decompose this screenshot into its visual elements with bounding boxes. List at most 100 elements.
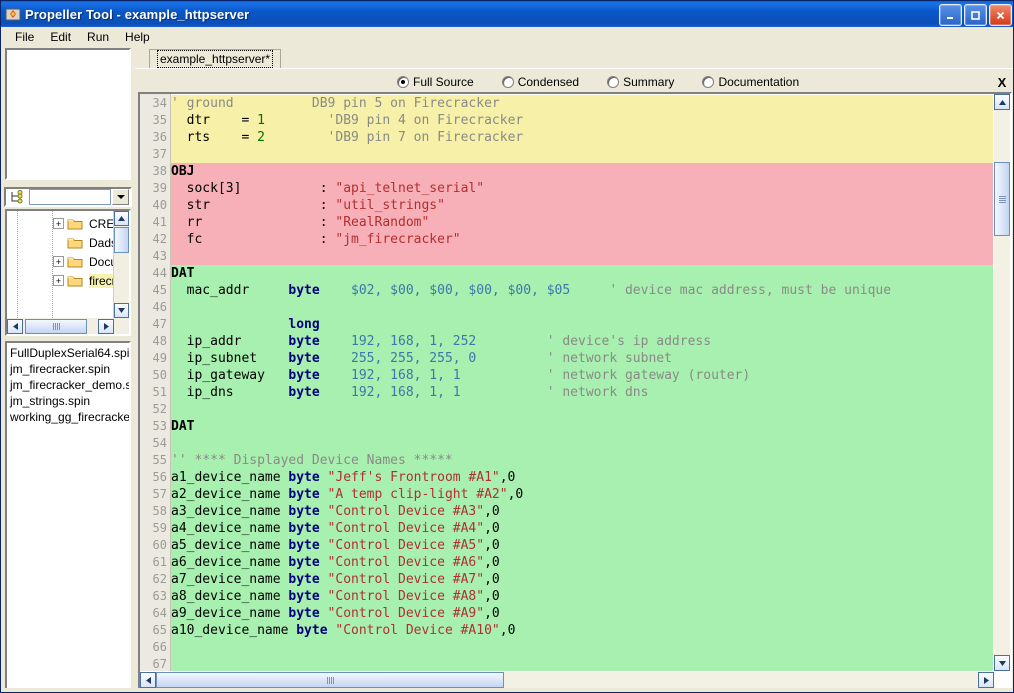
code-line[interactable]: DAT xyxy=(171,418,993,435)
code-text-area[interactable]: ' ground DB9 pin 5 on Firecracker dtr = … xyxy=(171,94,993,671)
file-list[interactable]: FullDuplexSerial64.spin jm_firecracker.s… xyxy=(5,341,131,692)
code-line[interactable]: ip_dns byte 192, 168, 1, 1 ' network dns xyxy=(171,384,993,401)
code-line[interactable]: a7_device_name byte "Control Device #A7"… xyxy=(171,571,993,588)
code-token: a3_device_name xyxy=(171,504,289,519)
code-line[interactable]: rts = 2 'DB9 pin 7 on Firecracker xyxy=(171,129,993,146)
code-line[interactable]: mac_addr byte $02, $00, $00, $00, $00, $… xyxy=(171,282,993,299)
scroll-thumb[interactable] xyxy=(114,227,129,253)
code-line[interactable]: ip_gateway byte 192, 168, 1, 1 ' network… xyxy=(171,367,993,384)
tab-strip: example_httpserver* xyxy=(135,46,1013,68)
maximize-button[interactable] xyxy=(964,4,987,26)
code-line[interactable] xyxy=(171,248,993,265)
tree-item-label: Dads xyxy=(89,235,114,250)
code-editor[interactable]: 34 35 36 37 38 39 40 41 42 43 44 45 46 47 48 49 50 51 52 53… xyxy=(138,92,1012,690)
code-token: "Control Device #A10" xyxy=(335,623,500,638)
code-line[interactable]: a5_device_name byte "Control Device #A5"… xyxy=(171,537,993,554)
code-line[interactable]: a2_device_name byte "A temp clip-light #… xyxy=(171,486,993,503)
line-number: 53 xyxy=(152,419,167,433)
folder-icon xyxy=(67,236,83,249)
code-line[interactable]: str : "util_strings" xyxy=(171,197,993,214)
scroll-left-button[interactable] xyxy=(140,672,156,688)
expand-icon[interactable]: + xyxy=(53,218,64,229)
code-line[interactable]: ip_addr byte 192, 168, 1, 252 ' device's… xyxy=(171,333,993,350)
tree-item[interactable]: + CREA xyxy=(7,214,114,233)
list-item[interactable]: jm_firecracker.spin xyxy=(10,361,129,377)
list-item[interactable]: working_gg_firecracker_c xyxy=(10,409,129,425)
menu-help[interactable]: Help xyxy=(117,29,158,45)
code-line[interactable]: a1_device_name byte "Jeff's Frontroom #A… xyxy=(171,469,993,486)
code-line[interactable]: a9_device_name byte "Control Device #A9"… xyxy=(171,605,993,622)
tree-item[interactable]: Dads xyxy=(7,233,114,252)
code-token: ,0 xyxy=(484,589,500,604)
folder-tree[interactable]: + CREA Dads + Do xyxy=(5,209,131,336)
minimize-button[interactable] xyxy=(939,4,962,26)
code-line[interactable]: a4_device_name byte "Control Device #A4"… xyxy=(171,520,993,537)
code-line[interactable]: a3_device_name byte "Control Device #A3"… xyxy=(171,503,993,520)
scroll-up-button[interactable] xyxy=(994,94,1010,110)
scroll-right-button[interactable] xyxy=(98,318,114,334)
scroll-right-button[interactable] xyxy=(978,672,994,688)
code-line[interactable] xyxy=(171,401,993,418)
code-line[interactable] xyxy=(171,656,993,671)
chevron-down-icon[interactable] xyxy=(112,189,129,205)
menu-run[interactable]: Run xyxy=(79,29,117,45)
close-document-button[interactable]: X xyxy=(993,73,1011,91)
code-line[interactable]: fc : "jm_firecracker" xyxy=(171,231,993,248)
list-item[interactable]: jm_strings.spin xyxy=(10,393,129,409)
code-token: 1 xyxy=(257,113,265,128)
code-line[interactable]: ' ground DB9 pin 5 on Firecracker xyxy=(171,95,993,112)
scroll-down-button[interactable] xyxy=(994,655,1010,671)
radio-documentation[interactable]: Documentation xyxy=(702,75,799,89)
code-line[interactable] xyxy=(171,435,993,452)
code-line[interactable] xyxy=(171,639,993,656)
code-token: ' network dns xyxy=(460,385,649,400)
menu-file[interactable]: File xyxy=(7,29,42,45)
tree-item[interactable]: + Docur xyxy=(7,252,114,271)
code-line[interactable]: a8_device_name byte "Control Device #A8"… xyxy=(171,588,993,605)
code-line[interactable]: OBJ xyxy=(171,163,993,180)
path-combo-input[interactable] xyxy=(29,189,111,205)
code-line[interactable]: rr : "RealRandom" xyxy=(171,214,993,231)
scroll-thumb[interactable] xyxy=(25,318,87,334)
radio-summary[interactable]: Summary xyxy=(607,75,674,89)
code-line[interactable]: ip_subnet byte 255, 255, 255, 0 ' networ… xyxy=(171,350,993,367)
tab-example-httpserver[interactable]: example_httpserver* xyxy=(149,49,282,68)
list-item[interactable]: jm_firecracker_demo.spin xyxy=(10,377,129,393)
code-editor-viewport[interactable]: 34 35 36 37 38 39 40 41 42 43 44 45 46 47 48 49 50 51 52 53… xyxy=(140,94,993,671)
scroll-up-button[interactable] xyxy=(114,211,129,226)
code-token: "Control Device #A5" xyxy=(327,538,485,553)
scroll-thumb[interactable] xyxy=(994,162,1010,236)
line-number: 39 xyxy=(152,181,167,195)
menu-edit[interactable]: Edit xyxy=(42,29,79,45)
code-token: mac_addr xyxy=(171,283,289,298)
list-item[interactable]: FullDuplexSerial64.spin xyxy=(10,345,129,361)
code-line[interactable]: sock[3] : "api_telnet_serial" xyxy=(171,180,993,197)
scroll-left-button[interactable] xyxy=(7,318,23,334)
code-line[interactable]: DAT xyxy=(171,265,993,282)
tree-item-selected[interactable]: + firecra xyxy=(7,271,114,290)
code-token: "A temp clip-light #A2" xyxy=(327,487,508,502)
tree-horizontal-scrollbar[interactable] xyxy=(7,318,129,334)
view-mode-bar: Full Source Condensed Summary Documentat… xyxy=(135,68,1013,95)
code-line[interactable]: a6_device_name byte "Control Device #A6"… xyxy=(171,554,993,571)
expand-icon[interactable]: + xyxy=(53,256,64,267)
radio-condensed[interactable]: Condensed xyxy=(501,75,579,89)
code-line[interactable]: dtr = 1 'DB9 pin 4 on Firecracker xyxy=(171,112,993,129)
tree-view-icon[interactable] xyxy=(6,189,28,205)
code-line[interactable] xyxy=(171,299,993,316)
code-line[interactable]: '' **** Displayed Device Names ***** xyxy=(171,452,993,469)
code-line[interactable]: long xyxy=(171,316,993,333)
code-token: byte xyxy=(288,283,320,298)
scroll-thumb[interactable] xyxy=(156,672,504,688)
tree-vertical-scrollbar[interactable] xyxy=(113,211,129,318)
radio-full-source[interactable]: Full Source xyxy=(397,75,474,89)
code-token: ip_addr xyxy=(171,334,289,349)
editor-horizontal-scrollbar[interactable] xyxy=(140,672,994,688)
editor-vertical-scrollbar[interactable] xyxy=(994,94,1010,671)
code-line[interactable]: a10_device_name byte "Control Device #A1… xyxy=(171,622,993,639)
close-button[interactable] xyxy=(989,4,1012,26)
code-line[interactable] xyxy=(171,146,993,163)
expand-icon[interactable]: + xyxy=(53,275,64,286)
scroll-down-button[interactable] xyxy=(114,303,129,318)
